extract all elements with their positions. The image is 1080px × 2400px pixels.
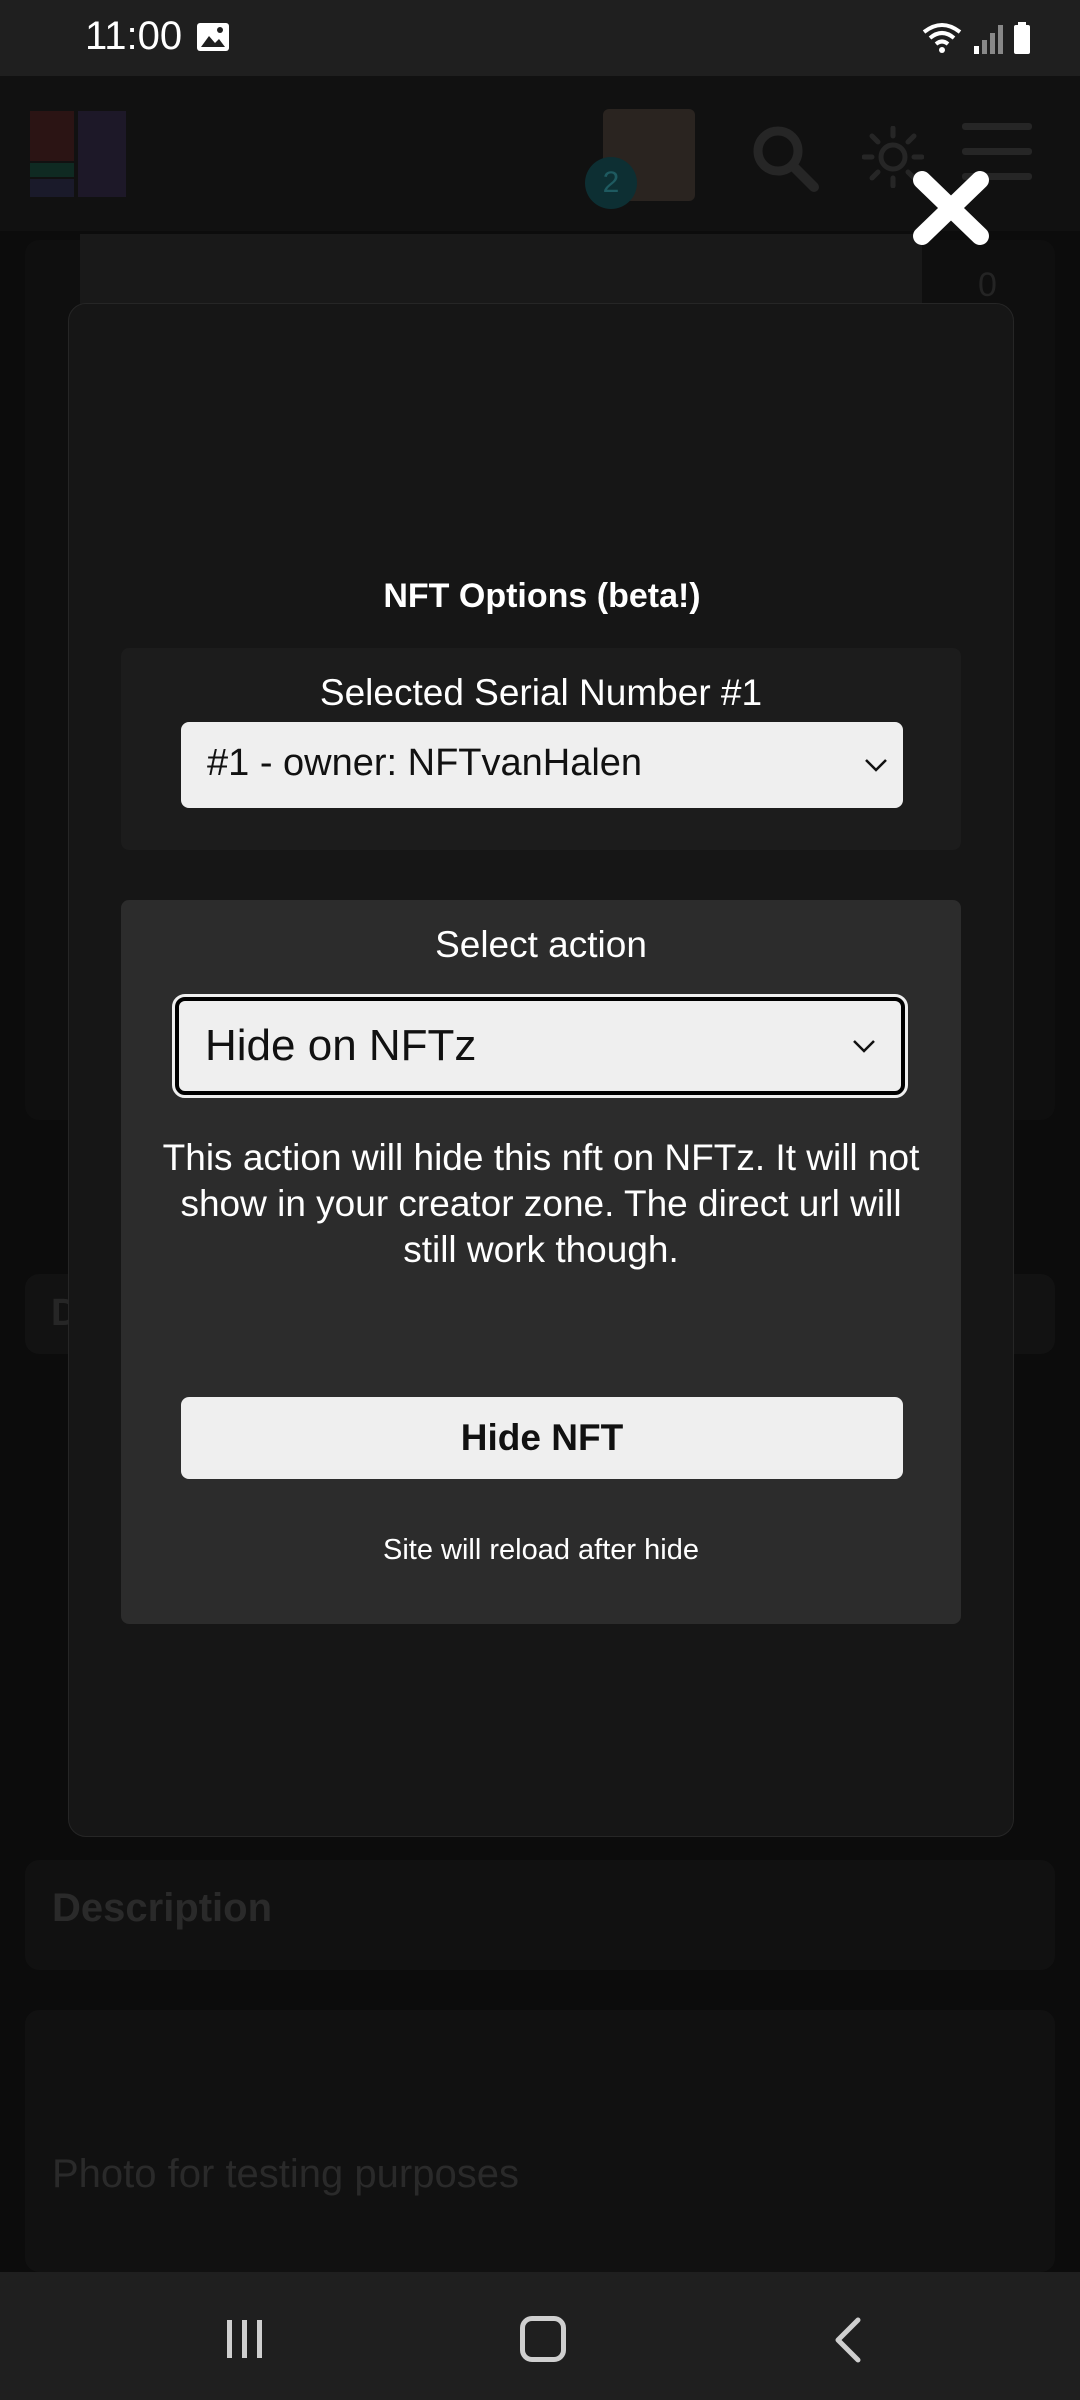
notification-badge: 2 — [585, 157, 637, 209]
action-description: This action will hide this nft on NFTz. … — [162, 1137, 920, 1270]
serial-number-label: Selected Serial Number #1 — [319, 672, 763, 713]
wifi-icon — [922, 23, 962, 53]
battery-icon — [1014, 22, 1030, 54]
status-time: 11:00 — [85, 14, 183, 58]
back-icon[interactable] — [828, 2316, 868, 2364]
status-icons — [922, 22, 1030, 54]
close-icon[interactable] — [906, 166, 996, 250]
description-title: Description — [52, 1886, 273, 1930]
counter: 0 — [978, 266, 997, 304]
site-logo — [30, 111, 126, 197]
nft-image-strip — [80, 234, 922, 314]
system-nav-bar — [0, 2272, 1080, 2400]
home-icon[interactable] — [520, 2316, 566, 2362]
serial-number-select-value: #1 - owner: NFTvanHalen — [207, 742, 643, 784]
modal-title: NFT Options (beta!) — [383, 577, 701, 615]
nft-options-modal: NFT Options (beta!) Selected Serial Numb… — [68, 303, 1014, 1837]
chevron-down-icon — [853, 1040, 875, 1053]
gallery-notification-icon — [197, 23, 229, 51]
action-select-value: Hide on NFTz — [205, 1021, 477, 1070]
hide-nft-button[interactable]: Hide NFT — [181, 1397, 903, 1479]
recent-apps-icon[interactable] — [224, 2318, 266, 2360]
reload-note: Site will reload after hide — [383, 1534, 699, 1566]
action-section: Select action Hide on NFTz This action w… — [121, 900, 961, 1624]
signal-icon — [974, 25, 1003, 54]
status-bar: 11:00 — [0, 0, 1080, 76]
serial-number-select[interactable]: #1 - owner: NFTvanHalen — [181, 722, 903, 808]
chevron-down-icon — [865, 759, 887, 772]
select-action-label: Select action — [435, 924, 647, 965]
action-select[interactable]: Hide on NFTz — [172, 994, 908, 1098]
description-body: Photo for testing purposes — [52, 2152, 519, 2196]
serial-number-section: Selected Serial Number #1 #1 - owner: NF… — [121, 648, 961, 850]
description-body-card — [25, 2010, 1055, 2272]
search-icon[interactable] — [748, 121, 820, 193]
